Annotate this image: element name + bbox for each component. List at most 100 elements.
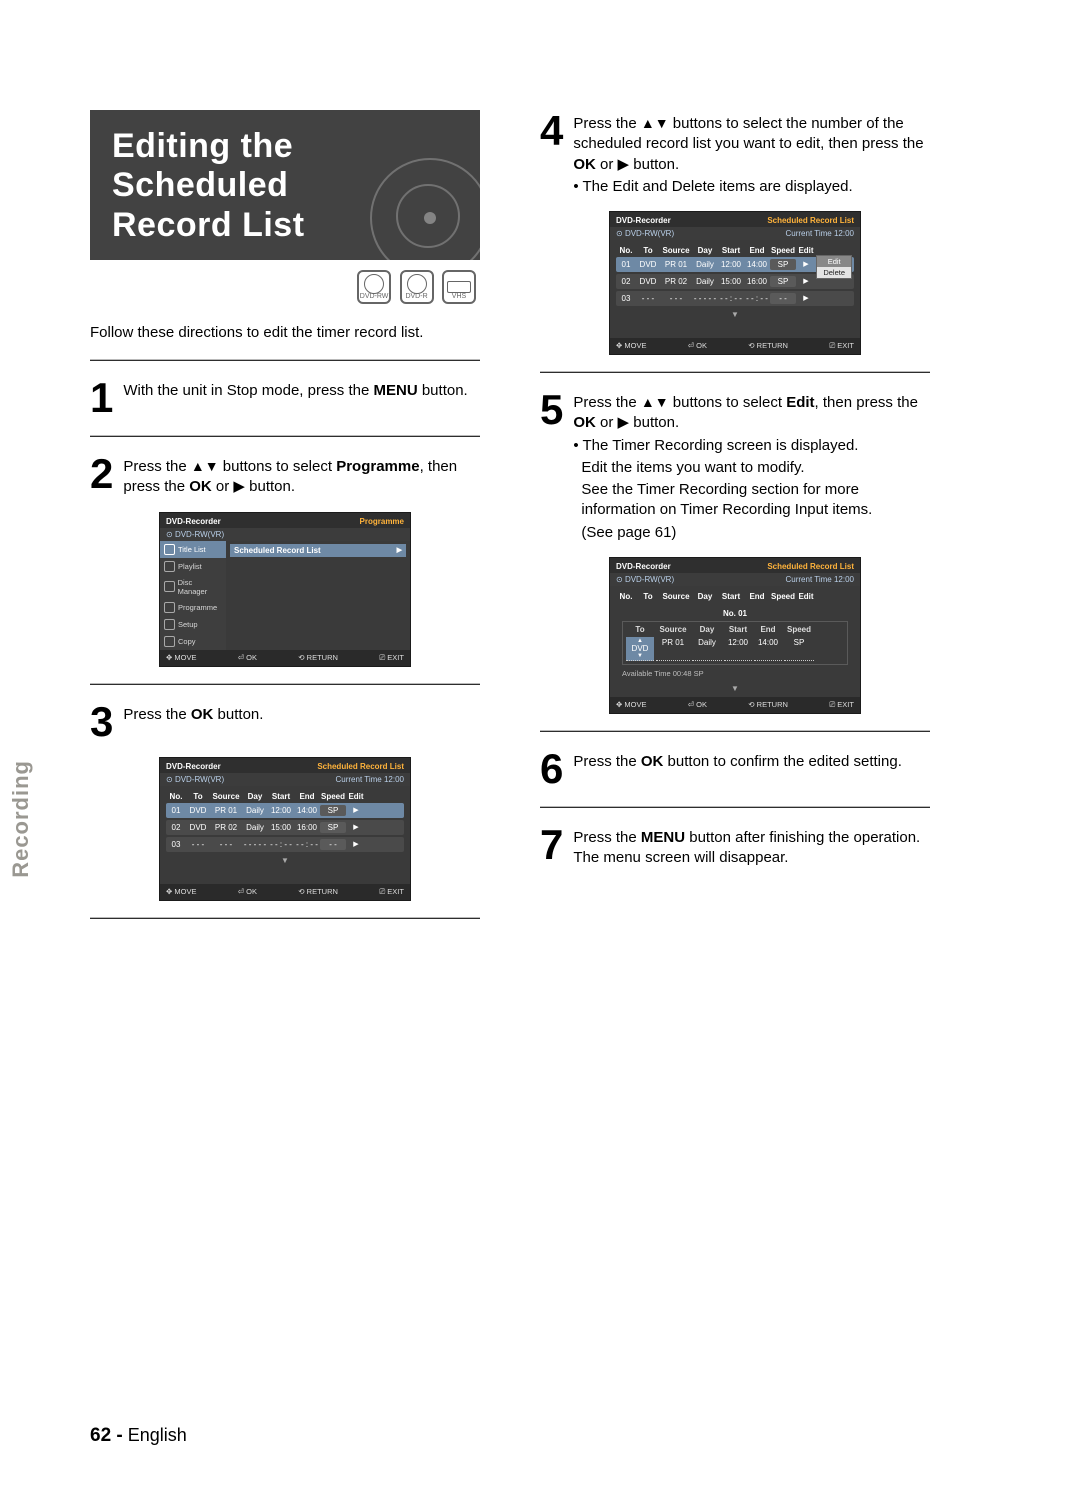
info-line: See the Timer Recording section for more… (581, 480, 930, 521)
media-icon-dvdrw: DVD-RW (357, 270, 391, 304)
menu-item-programme[interactable]: Programme (160, 599, 226, 616)
osd-footer: ✥ MOVE ⏎ OK ⟲ RETURN ⎚ EXIT (160, 650, 410, 666)
step-3: 3 Press the OK button. (90, 701, 480, 743)
arrow-up-down-icon: ▲▼ (191, 458, 219, 474)
arrow-up-down-icon: ▲▼ (641, 394, 669, 410)
menu-item-discmanager[interactable]: Disc Manager (160, 575, 226, 599)
menu-item-playlist[interactable]: Playlist (160, 558, 226, 575)
step-text: Press the OK button to confirm the edite… (573, 748, 902, 790)
scroll-down-icon: ▼ (166, 854, 404, 865)
separator (90, 917, 480, 919)
step-number: 7 (540, 824, 563, 869)
osd-device: DVD-Recorder (616, 216, 671, 225)
step-text: Press the OK button. (123, 701, 263, 743)
osd-subtitle: Scheduled Record List (767, 562, 854, 571)
separator (540, 371, 930, 373)
intro-text: Follow these directions to edit the time… (90, 322, 480, 343)
osd-current-time: Current Time 12:00 (336, 775, 405, 784)
record-number-label: No. 01 (622, 607, 848, 621)
osd-scheduled-list-popup: DVD-Recorder Scheduled Record List ⊙ DVD… (609, 211, 861, 355)
osd-device: DVD-Recorder (166, 517, 221, 526)
table-header: No.ToSourceDayStartEndSpeedEdit (616, 590, 854, 603)
osd-device: DVD-Recorder (166, 762, 221, 771)
osd-device: DVD-Recorder (616, 562, 671, 571)
right-column: 4 Press the ▲▼ buttons to select the num… (540, 110, 930, 935)
table-row[interactable]: 03- - -- - -- - - - -- - : - -- - : - --… (616, 291, 854, 306)
info-line: (See page 61) (581, 523, 930, 543)
scroll-down-icon: ▼ (616, 308, 854, 319)
move-icon: ✥ (616, 341, 622, 350)
play-icon: ▶ (233, 478, 245, 495)
clock-icon (164, 602, 175, 613)
menu-item-titlelist[interactable]: Title List (160, 541, 226, 558)
chevron-right-icon: ▶ (397, 546, 402, 555)
osd-disc-type: ⊙ DVD-RW(VR) (616, 229, 674, 238)
osd-footer: ✥ MOVE ⏎ OK ⟲ RETURN ⎚ EXIT (610, 697, 860, 713)
osd-current-time: Current Time 12:00 (786, 229, 855, 238)
menu-item-setup[interactable]: Setup (160, 616, 226, 633)
chevron-right-icon: ▶ (346, 805, 366, 816)
return-icon: ⟲ (298, 653, 304, 662)
osd-footer: ✥ MOVE ⏎ OK ⟲ RETURN ⎚ EXIT (610, 338, 860, 354)
step-5: 5 Press the ▲▼ buttons to select Edit, t… (540, 389, 930, 543)
chevron-right-icon: ▶ (796, 259, 816, 270)
list-icon (164, 544, 175, 555)
step-number: 3 (90, 701, 113, 743)
step-7: 7 Press the MENU button after finishing … (540, 824, 930, 869)
return-icon: ⟲ (748, 341, 754, 350)
disc-graphic-dot (424, 212, 436, 224)
step-2: 2 Press the ▲▼ buttons to select Program… (90, 453, 480, 498)
popup-edit[interactable]: Edit (817, 256, 851, 267)
section-title: Editing the Scheduled Record List (90, 110, 480, 260)
bullet-line: • The Edit and Delete items are displaye… (573, 177, 930, 197)
page-number: 62 - (90, 1425, 123, 1446)
step-4: 4 Press the ▲▼ buttons to select the num… (540, 110, 930, 197)
move-icon: ✥ (166, 653, 172, 662)
playlist-icon (164, 561, 175, 572)
table-row[interactable]: 01DVDPR 01Daily12:0014:00SP▶ (166, 803, 404, 818)
step-6: 6 Press the OK button to confirm the edi… (540, 748, 930, 790)
edit-form-box: ToSourceDayStartEndSpeed ▲DVD▼ PR 01 Dai… (622, 621, 848, 665)
osd-footer: ✥ MOVE ⏎ OK ⟲ RETURN ⎚ EXIT (160, 884, 410, 900)
step-number: 2 (90, 453, 113, 498)
step-number: 1 (90, 377, 113, 419)
context-popup[interactable]: Edit Delete (816, 255, 852, 279)
step-text: With the unit in Stop mode, press the ME… (123, 377, 467, 419)
osd-programme-menu: DVD-Recorder Programme ⊙ DVD-RW(VR) Titl… (159, 512, 411, 667)
osd-scheduled-list: DVD-Recorder Scheduled Record List ⊙ DVD… (159, 757, 411, 901)
table-row[interactable]: 03- - -- - -- - - - -- - : - -- - : - --… (166, 837, 404, 852)
separator (540, 806, 930, 808)
step-text: Press the ▲▼ buttons to select the numbe… (573, 110, 930, 197)
table-header: No.ToSourceDayStartEndSpeedEdit (166, 790, 404, 803)
ok-icon: ⏎ (238, 887, 244, 896)
media-icons-row: DVD-RW DVD-R VHS (90, 270, 480, 304)
osd-disc-type: ⊙ DVD-RW(VR) (616, 575, 674, 584)
osd-main-option[interactable]: Scheduled Record List ▶ (230, 544, 406, 557)
page-footer: 62 - English (90, 1425, 187, 1447)
scroll-down-icon: ▼ (616, 682, 854, 693)
return-icon: ⟲ (298, 887, 304, 896)
arrow-down-icon: ▼ (626, 653, 654, 659)
play-icon: ▶ (618, 156, 630, 173)
media-icon-dvdr: DVD-R (400, 270, 434, 304)
play-icon: ▶ (618, 414, 630, 431)
table-row[interactable]: 01DVDPR 01Daily12:0014:00SP▶ Edit Delete (616, 257, 854, 272)
osd-disc-type: ⊙ DVD-RW(VR) (166, 530, 224, 539)
bullet-line: • The Timer Recording screen is displaye… (573, 436, 930, 456)
popup-delete[interactable]: Delete (817, 267, 851, 278)
table-row[interactable]: 02DVDPR 02Daily15:0016:00SP▶ (166, 820, 404, 835)
step-text: Press the MENU button after finishing th… (573, 824, 930, 869)
edit-row[interactable]: ▲DVD▼ PR 01 Daily 12:00 14:00 SP (626, 637, 844, 661)
disc-icon (164, 581, 175, 592)
section-tab: Recording (8, 760, 34, 878)
page-language: English (123, 1425, 187, 1445)
step-1: 1 With the unit in Stop mode, press the … (90, 377, 480, 419)
ok-icon: ⏎ (688, 341, 694, 350)
gear-icon (164, 619, 175, 630)
media-icon-vhs: VHS (442, 270, 476, 304)
osd-current-time: Current Time 12:00 (786, 575, 855, 584)
menu-item-copy[interactable]: Copy (160, 633, 226, 650)
chevron-right-icon: ▶ (346, 822, 366, 833)
separator (90, 683, 480, 685)
separator (90, 359, 480, 361)
